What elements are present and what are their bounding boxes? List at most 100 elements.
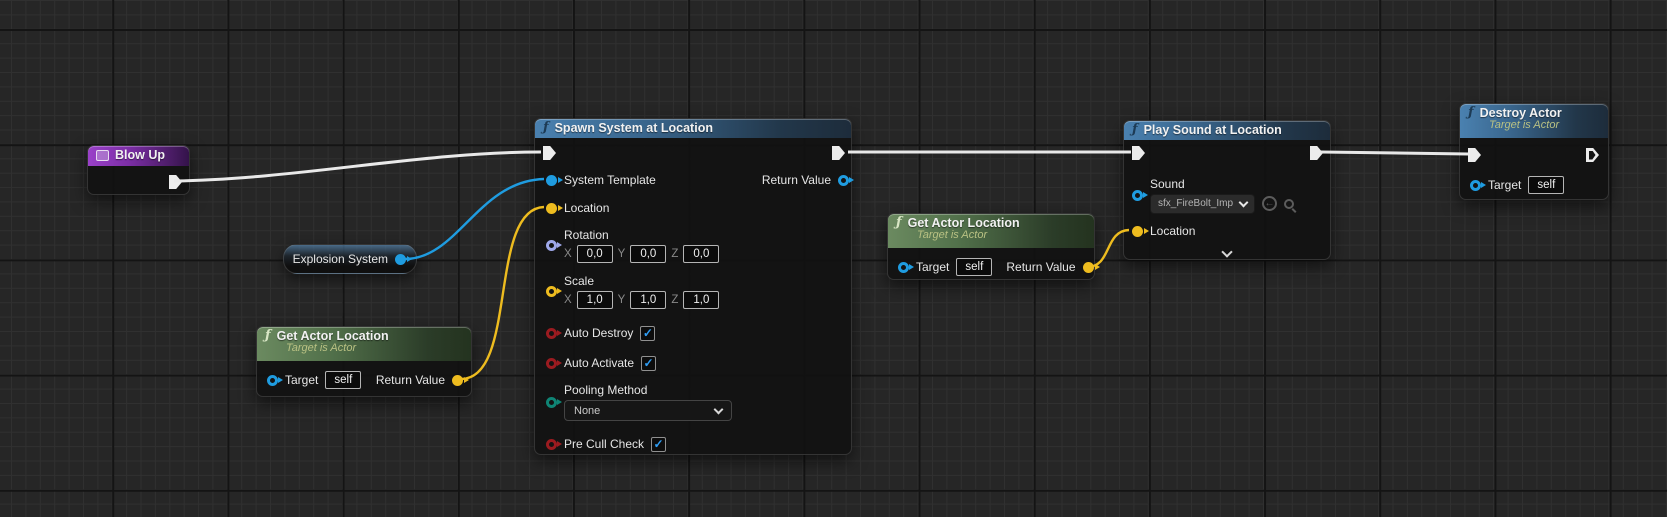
return-value-output-pin[interactable]	[1083, 262, 1094, 273]
exec-input-pin[interactable]	[543, 146, 556, 160]
pooling-method-row: Pooling Method None	[546, 381, 732, 423]
custom-event-icon	[96, 150, 109, 161]
chevron-down-icon	[1239, 197, 1249, 207]
auto-destroy-checkbox[interactable]: ✓	[640, 326, 655, 341]
pre-cull-check-input-pin[interactable]	[546, 439, 557, 450]
sound-asset-dropdown[interactable]: sfx_FireBolt_Imp	[1150, 194, 1255, 214]
node-subtitle: Target is Actor	[1489, 119, 1600, 131]
node-subtitle: Target is Actor	[917, 229, 1086, 241]
target-label: Target	[1488, 178, 1521, 192]
location-row: Location	[546, 198, 609, 218]
scale-z-field[interactable]: 1,0	[683, 291, 719, 309]
function-icon: ƒ	[1132, 124, 1138, 136]
pooling-method-label: Pooling Method	[564, 383, 647, 397]
target-value-field[interactable]: self	[325, 371, 361, 389]
variable-label: Explosion System	[293, 252, 388, 266]
pooling-method-value: None	[574, 405, 600, 417]
pin-row: Target self Return Value	[267, 370, 463, 390]
node-header[interactable]: ƒ Get Actor Location Target is Actor	[888, 214, 1094, 248]
auto-activate-checkbox[interactable]: ✓	[641, 356, 656, 371]
function-icon: ƒ	[896, 217, 902, 229]
exec-wire-blowup-spawn[interactable]	[174, 152, 541, 181]
sound-asset-value: sfx_FireBolt_Imp	[1158, 198, 1233, 209]
rotation-z-field[interactable]: 0,0	[683, 245, 719, 263]
x-axis-label: X	[564, 248, 572, 260]
target-value-field[interactable]: self	[956, 258, 992, 276]
node-header[interactable]: ƒ Play Sound at Location	[1124, 121, 1330, 140]
location-input-pin[interactable]	[546, 203, 557, 214]
y-axis-label: Y	[618, 248, 626, 260]
pre-cull-check-checkbox[interactable]: ✓	[651, 437, 666, 452]
node-header[interactable]: ƒ Destroy Actor Target is Actor	[1460, 104, 1608, 138]
node-title: Play Sound at Location	[1144, 123, 1282, 137]
advanced-pins-row	[1124, 243, 1330, 263]
rotation-x-field[interactable]: 0,0	[577, 245, 613, 263]
location-input-pin[interactable]	[1132, 226, 1143, 237]
auto-destroy-input-pin[interactable]	[546, 328, 557, 339]
auto-destroy-row: Auto Destroy ✓	[546, 323, 655, 343]
exec-input-pin[interactable]	[1132, 146, 1145, 160]
scale-input-pin[interactable]	[546, 286, 557, 297]
node-title: Blow Up	[115, 148, 165, 162]
exec-out-row	[1310, 143, 1323, 163]
expand-advanced-chevron-icon[interactable]	[1221, 246, 1232, 257]
node-get-actor-location-2[interactable]: ƒ Get Actor Location Target is Actor Tar…	[887, 213, 1095, 280]
node-title: Get Actor Location	[277, 329, 389, 343]
data-wire-explosionsystem-template[interactable]	[405, 179, 544, 259]
data-wire-location1-spawn[interactable]	[461, 207, 544, 379]
node-title: Spawn System at Location	[555, 121, 713, 135]
exec-output-pin[interactable]	[169, 175, 182, 189]
rotation-input-pin[interactable]	[546, 240, 557, 251]
return-value-output-pin[interactable]	[838, 175, 849, 186]
exec-input-pin[interactable]	[1468, 148, 1481, 162]
target-input-pin[interactable]	[898, 262, 909, 273]
target-value-field[interactable]: self	[1528, 176, 1564, 194]
node-header[interactable]: Blow Up	[88, 146, 189, 166]
rotation-row: Rotation X 0,0 Y 0,0 Z 0,0	[546, 225, 719, 265]
pooling-method-input-pin[interactable]	[546, 397, 557, 408]
exec-output-pin[interactable]	[832, 146, 845, 160]
auto-destroy-label: Auto Destroy	[564, 326, 633, 340]
auto-activate-input-pin[interactable]	[546, 358, 557, 369]
sound-input-pin[interactable]	[1132, 190, 1143, 201]
target-row: Target self	[1470, 175, 1564, 195]
node-play-sound-at-location[interactable]: ƒ Play Sound at Location Sound sfx_FireB…	[1123, 120, 1331, 260]
rotation-y-field[interactable]: 0,0	[630, 245, 666, 263]
node-destroy-actor[interactable]: ƒ Destroy Actor Target is Actor Target s…	[1459, 103, 1609, 200]
pooling-method-dropdown[interactable]: None	[564, 400, 732, 421]
auto-activate-row: Auto Activate ✓	[546, 353, 656, 373]
target-input-pin[interactable]	[267, 375, 278, 386]
z-axis-label: Z	[671, 294, 678, 306]
variable-output-pin[interactable]	[395, 254, 406, 265]
exec-output-pin[interactable]	[1586, 148, 1599, 162]
target-input-pin[interactable]	[1470, 180, 1481, 191]
graph-canvas[interactable]: Blow Up Explosion System ƒ Get Actor Loc…	[0, 0, 1667, 517]
node-explosion-system-variable[interactable]: Explosion System	[283, 244, 417, 274]
node-blow-up-event[interactable]: Blow Up	[87, 145, 190, 195]
node-subtitle: Target is Actor	[286, 342, 463, 354]
exec-output-pin[interactable]	[1310, 146, 1323, 160]
node-title: Get Actor Location	[908, 216, 1020, 230]
system-template-input-pin[interactable]	[546, 175, 557, 186]
pin-row: Target self Return Value	[898, 257, 1086, 277]
location-label: Location	[1150, 224, 1195, 238]
sound-label: Sound	[1150, 177, 1185, 191]
node-header[interactable]: ƒ Spawn System at Location	[535, 119, 851, 138]
auto-activate-label: Auto Activate	[564, 356, 634, 370]
scale-x-field[interactable]: 1,0	[577, 291, 613, 309]
node-spawn-system-at-location[interactable]: ƒ Spawn System at Location System Templa…	[534, 118, 852, 455]
scale-row: Scale X 1,0 Y 1,0 Z 1,0	[546, 271, 719, 311]
node-get-actor-location-1[interactable]: ƒ Get Actor Location Target is Actor Tar…	[256, 326, 472, 397]
exec-in-row	[1132, 143, 1145, 163]
browse-asset-icon[interactable]	[1284, 199, 1294, 209]
use-asset-icon[interactable]: ←	[1262, 196, 1277, 211]
exec-out-row	[169, 172, 182, 192]
scale-y-field[interactable]: 1,0	[630, 291, 666, 309]
exec-out-row	[832, 143, 845, 163]
sound-row: Sound sfx_FireBolt_Imp ←	[1132, 176, 1294, 214]
node-header[interactable]: ƒ Get Actor Location Target is Actor	[257, 327, 471, 361]
exec-wire-playsound-destroy[interactable]	[1321, 152, 1468, 154]
return-value-row: Return Value	[762, 170, 849, 190]
pre-cull-check-row: Pre Cull Check ✓	[546, 434, 666, 454]
return-value-output-pin[interactable]	[452, 375, 463, 386]
